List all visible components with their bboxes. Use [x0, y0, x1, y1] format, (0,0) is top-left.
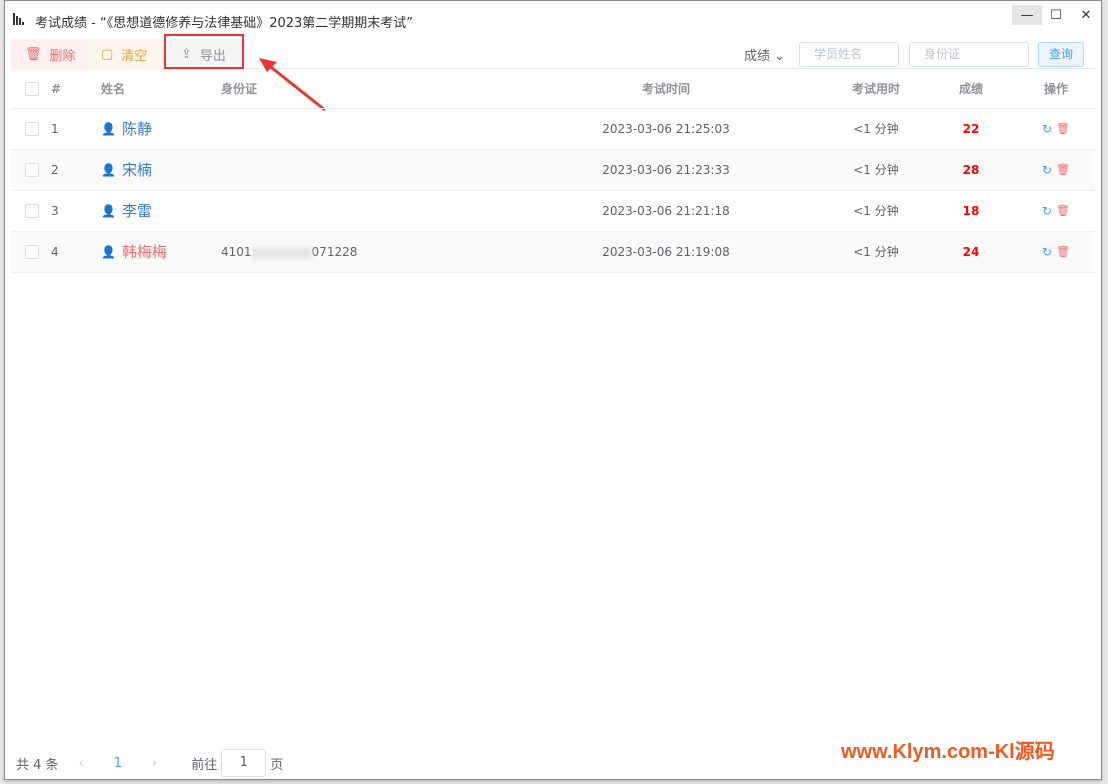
trash-icon: 🗑: [25, 46, 42, 62]
goto-page-input[interactable]: 1: [221, 749, 267, 777]
watermark: www.Klym.com-Kl源码: [841, 741, 1055, 763]
header-duration: 考试用时: [851, 82, 900, 96]
refresh-icon[interactable]: ↻: [1042, 191, 1052, 231]
row-number: 3: [51, 204, 59, 218]
row-number: 4: [51, 245, 59, 259]
student-name-input[interactable]: 学员姓名: [799, 42, 899, 67]
id-card-input[interactable]: 身份证: [909, 42, 1029, 67]
score: 18: [962, 204, 980, 218]
row-number: 2: [51, 163, 59, 177]
results-table: # 姓名 身份证 考试时间 考试用时 成绩 操作 1 👤 陈静 2023-03-0…: [11, 69, 1095, 273]
query-button[interactable]: 查询: [1038, 42, 1084, 67]
row-checkbox[interactable]: [25, 122, 39, 136]
trash-icon[interactable]: 🗑: [1056, 109, 1070, 149]
header-time: 考试时间: [641, 82, 690, 96]
table-row: 3 👤 李雷 2023-03-06 21:21:18 <1 分钟 18 ↻ 🗑: [11, 191, 1095, 232]
id-number: 4101 071228: [221, 245, 358, 259]
header-score: 成绩: [958, 82, 983, 96]
female-user-icon: 👤: [101, 245, 116, 259]
window-title: 考试成绩 - “《思想道德修养与法律基础》2023第二学期期末考试”: [35, 16, 414, 31]
header-no: #: [51, 82, 62, 96]
exam-time: 2023-03-06 21:19:08: [602, 245, 730, 259]
bar-chart-icon: [13, 13, 24, 25]
highlight-box: [164, 34, 244, 69]
student-name[interactable]: 👤 李雷: [101, 191, 152, 231]
table-row: 1 👤 陈静 2023-03-06 21:25:03 <1 分钟 22 ↻ 🗑: [11, 109, 1095, 150]
prev-page-icon[interactable]: ‹: [79, 756, 84, 771]
row-checkbox[interactable]: [25, 204, 39, 218]
title-bar: 考试成绩 - “《思想道德修养与法律基础》2023第二学期期末考试” — ☐ ✕: [5, 1, 1101, 35]
student-name[interactable]: 👤 韩梅梅: [101, 232, 167, 272]
row-checkbox[interactable]: [25, 245, 39, 259]
row-checkbox[interactable]: [25, 163, 39, 177]
table-row: 4 👤 韩梅梅 4101 071228 2023-03-06 21:19:08 <1…: [11, 232, 1095, 273]
next-page-icon[interactable]: ›: [152, 756, 157, 771]
minimize-button[interactable]: —: [1012, 5, 1042, 25]
header-id: 身份证: [221, 82, 258, 96]
exam-results-window: 考试成绩 - “《思想道德修养与法律基础》2023第二学期期末考试” — ☐ ✕…: [4, 0, 1102, 780]
row-actions: ↻ 🗑: [1031, 191, 1081, 231]
chevron-down-icon: ⌄: [774, 49, 786, 64]
trash-icon[interactable]: 🗑: [1056, 150, 1070, 190]
delete-button[interactable]: 🗑 删除: [11, 39, 87, 69]
trash-icon[interactable]: 🗑: [1056, 232, 1070, 272]
box-icon: ▢: [101, 46, 114, 62]
student-name[interactable]: 👤 陈静: [101, 109, 152, 149]
header-actions: 操作: [1043, 82, 1068, 96]
maximize-button[interactable]: ☐: [1041, 5, 1071, 25]
trash-icon[interactable]: 🗑: [1056, 191, 1070, 231]
header-name: 姓名: [101, 82, 126, 96]
refresh-icon[interactable]: ↻: [1042, 232, 1052, 272]
exam-duration: <1 分钟: [853, 122, 899, 136]
select-all-checkbox[interactable]: [25, 82, 39, 96]
refresh-icon[interactable]: ↻: [1042, 109, 1052, 149]
male-user-icon: 👤: [101, 122, 116, 136]
row-actions: ↻ 🗑: [1031, 232, 1081, 272]
exam-duration: <1 分钟: [853, 204, 899, 218]
male-user-icon: 👤: [101, 163, 116, 177]
table-row: 2 👤 宋楠 2023-03-06 21:23:33 <1 分钟 28 ↻ 🗑: [11, 150, 1095, 191]
row-actions: ↻ 🗑: [1031, 150, 1081, 190]
exam-time: 2023-03-06 21:23:33: [602, 163, 730, 177]
row-number: 1: [51, 122, 59, 136]
score: 28: [962, 163, 980, 177]
total-count: 共 4 条: [16, 757, 59, 773]
row-actions: ↻ 🗑: [1031, 109, 1081, 149]
redacted-blur: [251, 246, 312, 259]
clear-button[interactable]: ▢ 清空: [87, 39, 165, 69]
exam-duration: <1 分钟: [853, 163, 899, 177]
male-user-icon: 👤: [101, 204, 116, 218]
score: 24: [962, 245, 980, 259]
close-button[interactable]: ✕: [1071, 5, 1101, 25]
exam-time: 2023-03-06 21:25:03: [602, 122, 730, 136]
sort-dropdown[interactable]: 成绩 ⌄: [744, 45, 785, 64]
exam-time: 2023-03-06 21:21:18: [602, 204, 730, 218]
goto-label: 前往: [191, 757, 218, 773]
pagination: 共 4 条 ‹ 1 › 前往 1 页: [16, 749, 283, 777]
student-name[interactable]: 👤 宋楠: [101, 150, 152, 190]
refresh-icon[interactable]: ↻: [1042, 150, 1052, 190]
score: 22: [962, 122, 980, 136]
exam-duration: <1 分钟: [853, 245, 899, 259]
page-1[interactable]: 1: [114, 756, 122, 771]
page-unit-label: 页: [270, 757, 284, 773]
table-header: # 姓名 身份证 考试时间 考试用时 成绩 操作: [11, 69, 1095, 109]
